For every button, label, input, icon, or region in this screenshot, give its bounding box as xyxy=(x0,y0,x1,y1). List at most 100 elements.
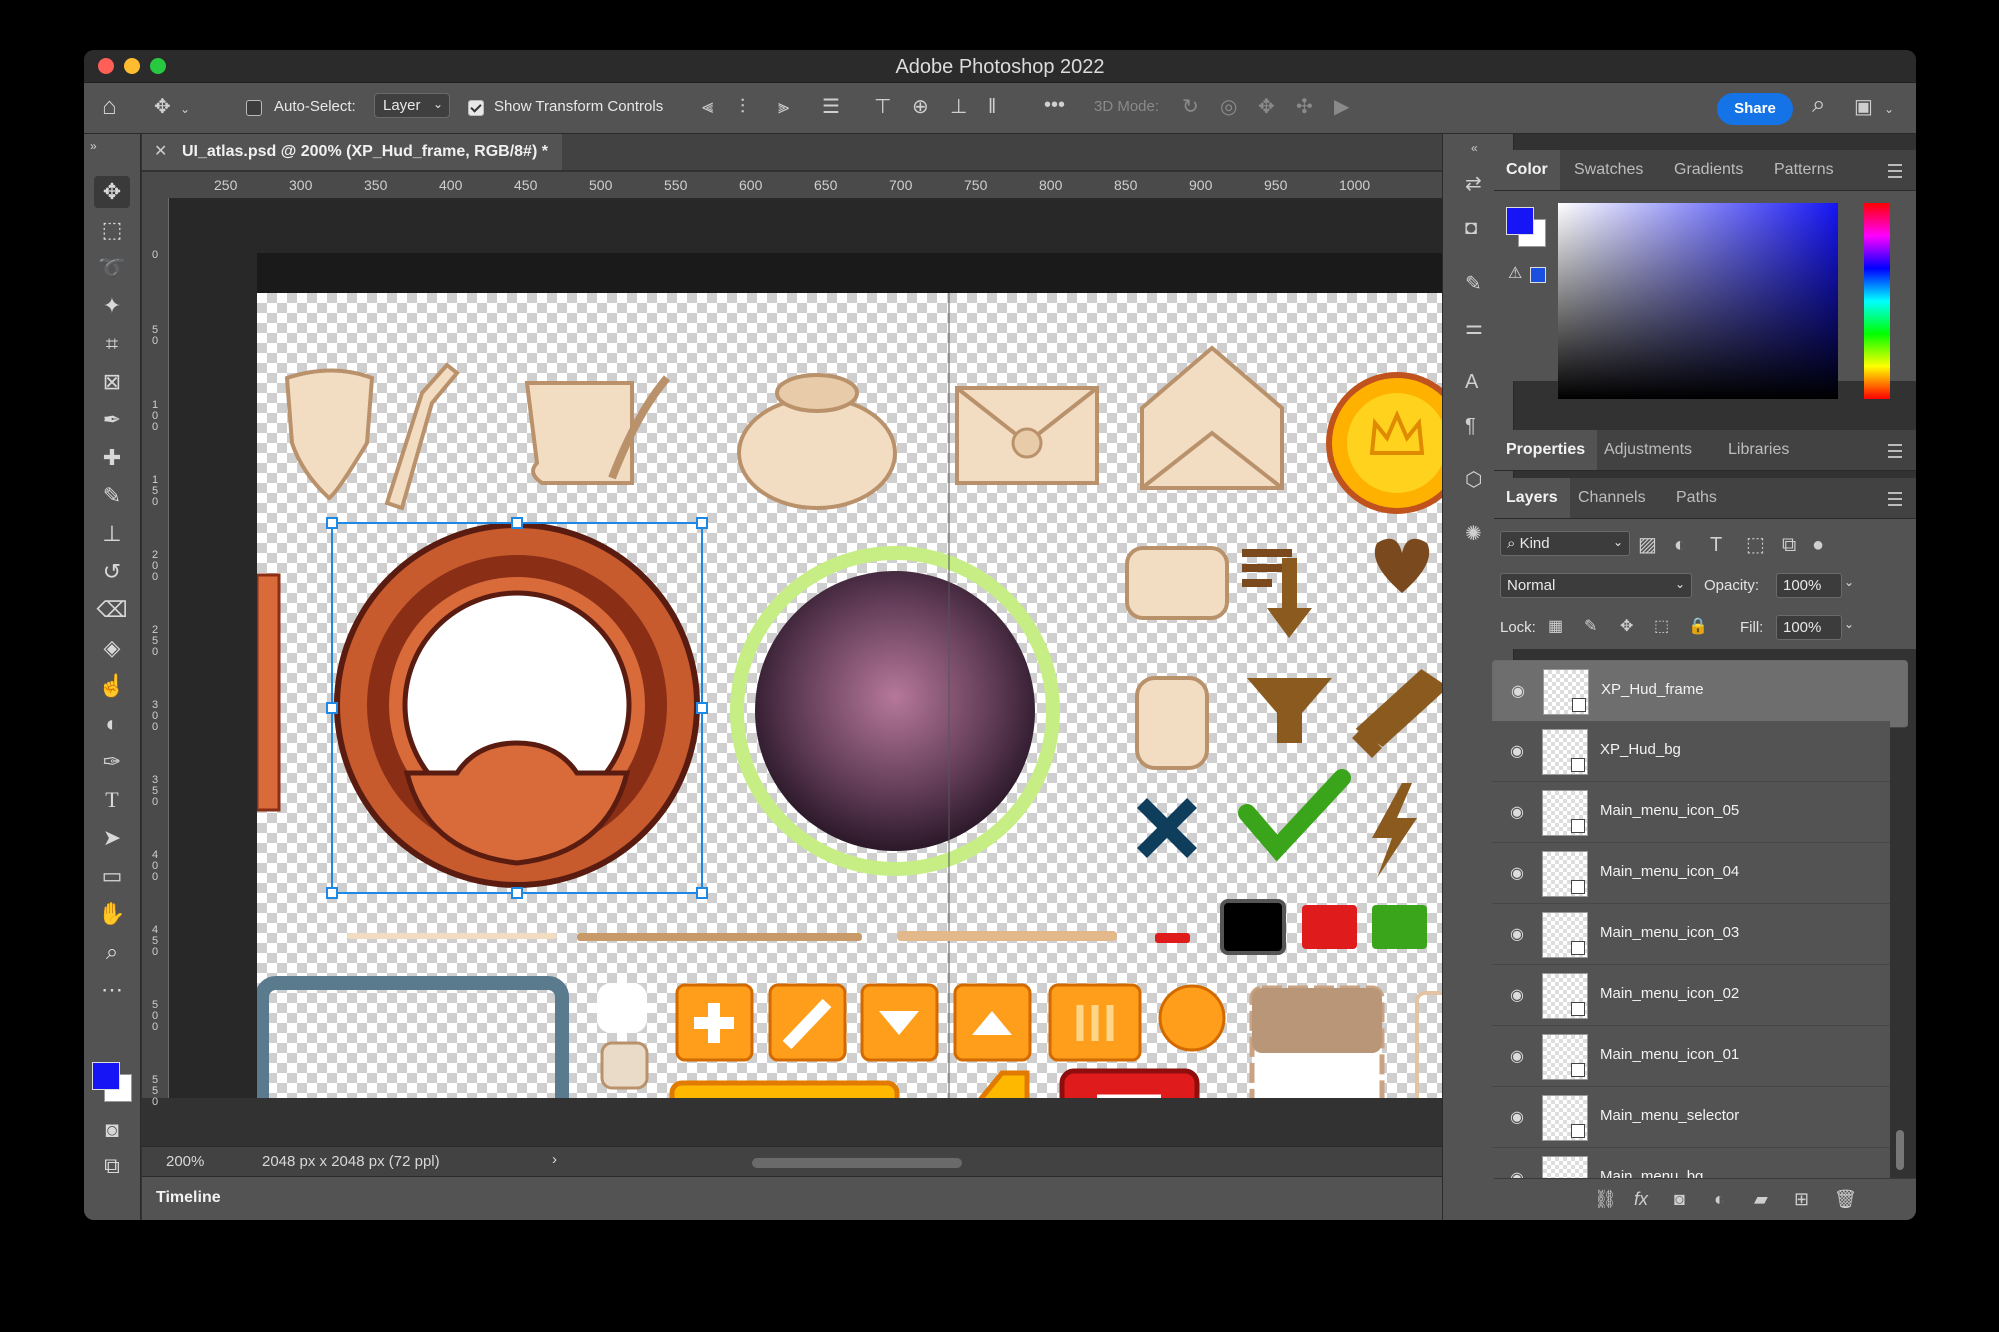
layers-scrollbar[interactable] xyxy=(1896,1130,1904,1170)
canvas-area[interactable] xyxy=(169,198,1509,1098)
frame-tool[interactable]: ⊠ xyxy=(94,366,130,398)
dodge-tool[interactable]: ◐ xyxy=(94,708,130,740)
stamp-tool[interactable]: ⊥ xyxy=(94,518,130,550)
magic-wand-tool[interactable]: ✦ xyxy=(94,290,130,322)
screen-mode-icon[interactable]: ⧉ xyxy=(94,1150,130,1182)
hand-tool[interactable]: ✋ xyxy=(94,898,130,930)
filter-type-icon[interactable]: T xyxy=(1710,535,1722,555)
tab-paths[interactable]: Paths xyxy=(1664,478,1729,518)
document-tab[interactable]: ✕ UI_atlas.psd @ 200% (XP_Hud_frame, RGB… xyxy=(142,134,562,170)
horizontal-scrollbar[interactable] xyxy=(752,1158,962,1168)
lasso-tool[interactable]: ➰ xyxy=(94,252,130,284)
blend-mode-dropdown[interactable]: Normal ⌄ xyxy=(1500,573,1692,598)
layer-row[interactable]: ◉ Main_menu_icon_03 xyxy=(1492,904,1890,965)
web-safe-swatch[interactable] xyxy=(1530,267,1546,283)
eye-icon[interactable]: ◉ xyxy=(1510,741,1524,761)
move-tool-preset-icon[interactable]: ✥ xyxy=(154,97,171,117)
eye-icon[interactable]: ◉ xyxy=(1511,681,1525,701)
opacity-field[interactable]: 100% xyxy=(1776,573,1842,598)
layer-row[interactable]: ◉ XP_Hud_frame xyxy=(1492,660,1908,728)
menu-icon[interactable] xyxy=(1888,444,1902,458)
document-canvas[interactable] xyxy=(257,293,1490,1098)
3d-orbit-icon[interactable]: ↻ xyxy=(1182,97,1199,117)
chevron-down-icon[interactable]: ⌄ xyxy=(1844,617,1854,631)
lock-transparent-icon[interactable]: ▦ xyxy=(1548,617,1563,637)
quick-mask-icon[interactable]: ◙ xyxy=(94,1114,130,1146)
timeline-label[interactable]: Timeline xyxy=(156,1189,221,1207)
search-icon[interactable]: ⌕ xyxy=(1812,93,1825,117)
new-layer-icon[interactable]: ⊞ xyxy=(1794,1189,1809,1209)
chevron-right-icon[interactable]: › xyxy=(552,1151,557,1168)
filter-shape-icon[interactable]: ⬚ xyxy=(1746,535,1765,555)
type-tool[interactable]: T xyxy=(94,784,130,816)
eye-icon[interactable]: ◉ xyxy=(1510,863,1524,883)
trash-icon[interactable]: 🗑 xyxy=(1834,1189,1857,1209)
zoom-tool[interactable]: ⌕ xyxy=(94,936,130,968)
align-top-icon[interactable]: ⊤ xyxy=(874,97,891,117)
chevron-down-icon[interactable]: ⌄ xyxy=(1884,99,1894,119)
layer-row[interactable]: ◉ Main_menu_icon_01 xyxy=(1492,1026,1890,1087)
filter-pixel-icon[interactable]: ▨ xyxy=(1638,535,1657,555)
tab-color[interactable]: Color xyxy=(1494,150,1560,190)
move-tool[interactable]: ✥ xyxy=(94,176,130,208)
link-layers-icon[interactable]: ⛓ xyxy=(1594,1189,1617,1209)
foreground-color-swatch[interactable] xyxy=(92,1062,120,1090)
3d-pan-icon[interactable]: ✥ xyxy=(1258,97,1275,117)
chevron-down-icon[interactable]: ⌄ xyxy=(1844,575,1854,589)
lock-position-icon[interactable]: ✥ xyxy=(1620,617,1633,637)
show-transform-checkbox[interactable] xyxy=(468,100,484,116)
filter-adjustment-icon[interactable]: ◐ xyxy=(1674,535,1686,555)
pen-tool[interactable]: ✑ xyxy=(94,746,130,778)
layer-row[interactable]: ◉ Main_menu_icon_04 xyxy=(1492,843,1890,904)
align-left-icon[interactable]: ⫷ xyxy=(702,97,713,117)
filter-toggle-icon[interactable]: ● xyxy=(1812,535,1824,555)
share-button[interactable]: Share xyxy=(1717,93,1793,125)
tab-libraries[interactable]: Libraries xyxy=(1716,430,1801,470)
path-select-tool[interactable]: ➤ xyxy=(94,822,130,854)
lock-all-icon[interactable]: 🔒 xyxy=(1688,617,1708,637)
history-icon[interactable]: ⇄ xyxy=(1465,174,1482,194)
more-options-icon[interactable]: ••• xyxy=(1044,95,1065,115)
tab-layers[interactable]: Layers xyxy=(1494,478,1570,518)
eye-icon[interactable]: ◉ xyxy=(1510,802,1524,822)
home-icon[interactable]: ⌂ xyxy=(102,95,117,119)
collapse-icon[interactable]: « xyxy=(1471,138,1478,158)
filter-smart-object-icon[interactable]: ⧉ xyxy=(1782,535,1796,555)
layer-row[interactable]: ◉ Main_menu_icon_05 xyxy=(1492,782,1890,843)
layer-row[interactable]: ◉ XP_Hud_bg xyxy=(1492,721,1890,782)
eraser-tool[interactable]: ⌫ xyxy=(94,594,130,626)
more-tools[interactable]: ⋯ xyxy=(94,974,130,1006)
settings-icon[interactable]: ✺ xyxy=(1465,524,1482,544)
color-field[interactable] xyxy=(1558,203,1838,399)
eyedropper-tool[interactable]: ✒ xyxy=(94,404,130,436)
workspace-icon[interactable]: ▣ xyxy=(1854,97,1873,117)
hue-slider[interactable] xyxy=(1864,203,1890,399)
adjustment-layer-icon[interactable]: ◐ xyxy=(1714,1189,1725,1209)
brushes-icon[interactable]: ✎ xyxy=(1465,274,1482,294)
tab-adjustments[interactable]: Adjustments xyxy=(1592,430,1704,470)
align-middle-icon[interactable]: ⊕ xyxy=(912,97,929,117)
layer-row[interactable]: ◉ Main_menu_bg xyxy=(1492,1148,1890,1178)
auto-select-checkbox[interactable] xyxy=(246,100,262,116)
actions-icon[interactable]: ◘ xyxy=(1465,218,1477,238)
zoom-level[interactable]: 200% xyxy=(166,1153,204,1170)
layer-filter-dropdown[interactable]: ⌕ Kind ⌄ xyxy=(1500,531,1630,556)
lock-artboard-icon[interactable]: ⬚ xyxy=(1654,617,1669,637)
eye-icon[interactable]: ◉ xyxy=(1510,985,1524,1005)
tab-channels[interactable]: Channels xyxy=(1566,478,1658,518)
crop-tool[interactable]: ⌗ xyxy=(94,328,130,360)
lock-pixels-icon[interactable]: ✎ xyxy=(1584,617,1597,637)
chevron-down-icon[interactable]: ⌄ xyxy=(180,99,190,119)
history-brush-tool[interactable]: ↺ xyxy=(94,556,130,588)
eye-icon[interactable]: ◉ xyxy=(1510,1168,1524,1178)
eye-icon[interactable]: ◉ xyxy=(1510,1107,1524,1127)
add-mask-icon[interactable]: ◙ xyxy=(1674,1189,1685,1209)
auto-select-dropdown[interactable]: Layer ⌄ xyxy=(374,93,450,118)
warning-icon[interactable]: ⚠ xyxy=(1508,263,1522,283)
align-center-icon[interactable]: ⫶ xyxy=(740,97,745,117)
collapse-icon[interactable]: » xyxy=(90,136,97,156)
rectangle-tool[interactable]: ▭ xyxy=(94,860,130,892)
align-right-icon[interactable]: ⫸ xyxy=(778,97,789,117)
menu-icon[interactable] xyxy=(1888,492,1902,506)
distribute-icon[interactable]: ☰ xyxy=(822,97,840,117)
